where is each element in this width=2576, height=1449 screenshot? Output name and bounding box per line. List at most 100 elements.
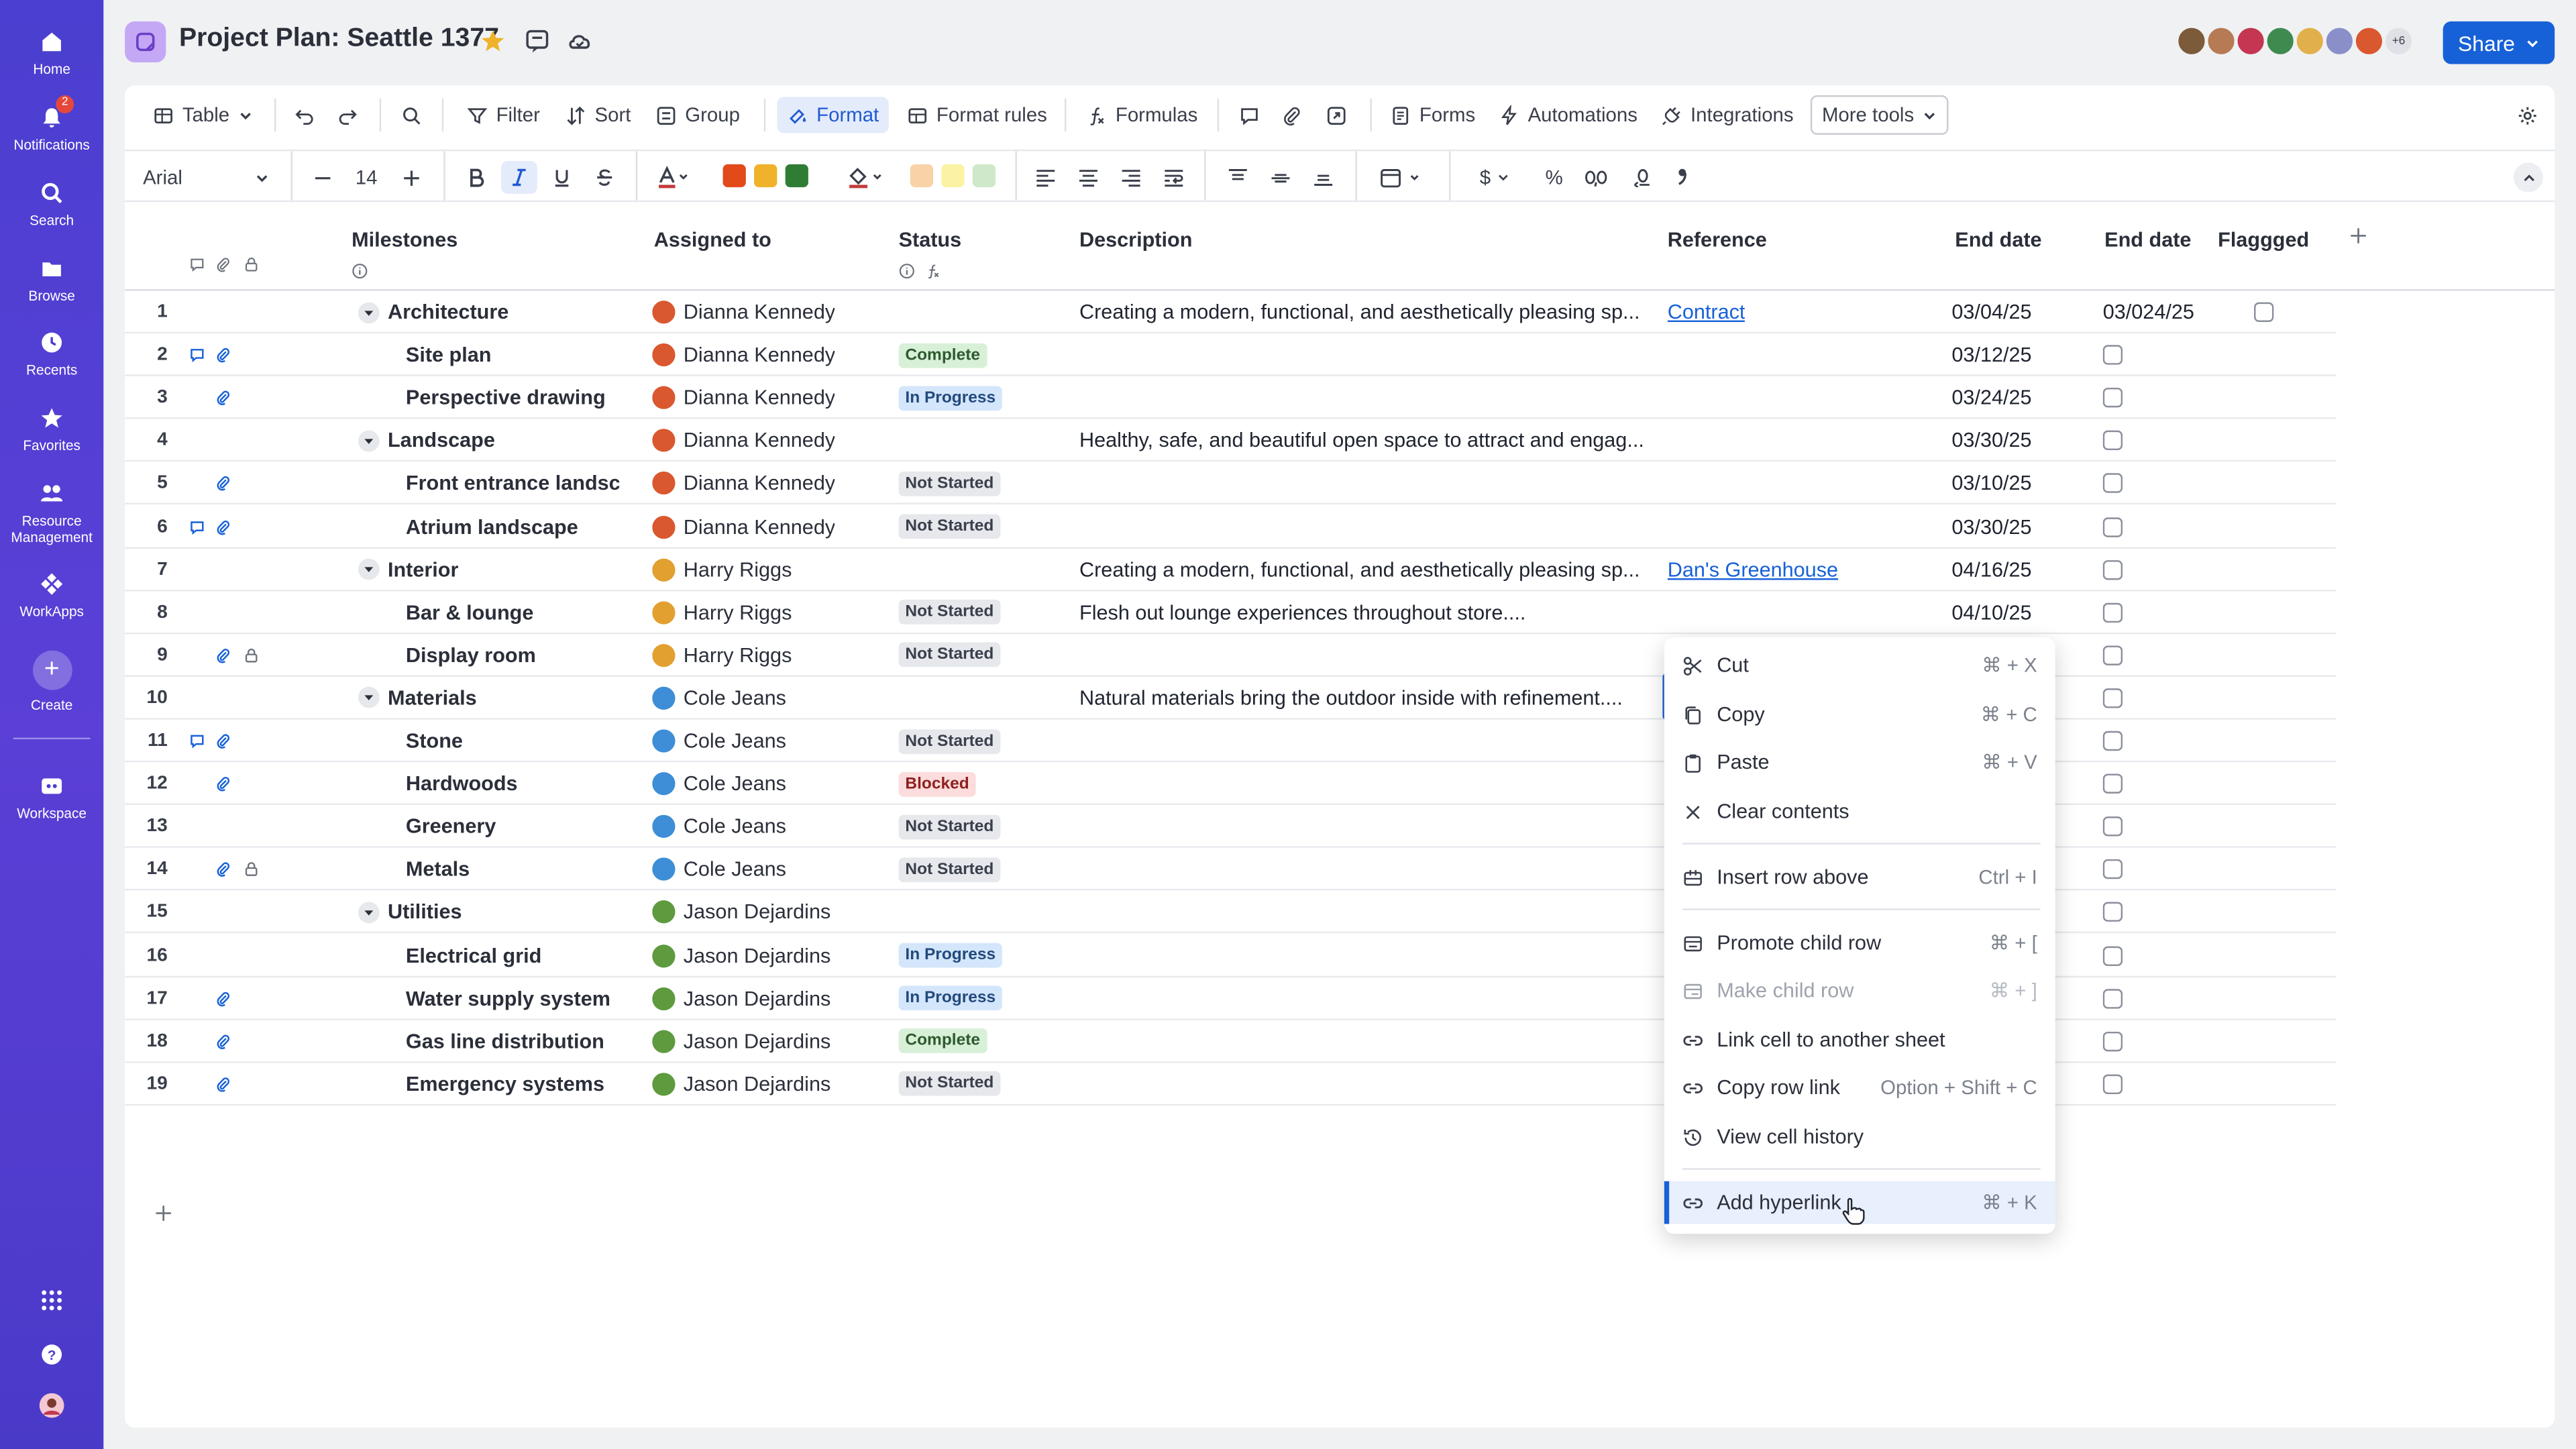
- comment-icon[interactable]: [189, 720, 205, 763]
- end-date-2-checkbox-cell[interactable]: [2102, 677, 2123, 720]
- attachments-button[interactable]: [1275, 97, 1309, 133]
- end-date-cell[interactable]: 03/10/25: [1951, 462, 2031, 505]
- collaborator-avatars[interactable]: +6: [2175, 24, 2416, 58]
- rail-search[interactable]: Search: [0, 180, 103, 228]
- comments-button[interactable]: [1232, 97, 1267, 133]
- row-number[interactable]: 19: [125, 1063, 167, 1106]
- status-cell[interactable]: Not Started: [898, 462, 1001, 505]
- end-date-cell[interactable]: 03/12/25: [1951, 333, 2031, 376]
- menu-insert-row-above[interactable]: Insert row above Ctrl + I: [1664, 856, 2055, 899]
- table-row[interactable]: 2 Site plan Dianna Kennedy Complete 03/12/25: [125, 333, 2337, 377]
- end-date-2-cell[interactable]: 03/024/25: [2103, 290, 2194, 333]
- sort-button[interactable]: Sort: [559, 97, 638, 133]
- italic-button[interactable]: [500, 161, 537, 194]
- row-number[interactable]: 1: [125, 290, 168, 333]
- checkbox[interactable]: [2102, 1074, 2123, 1094]
- paperclip-icon[interactable]: [215, 333, 231, 376]
- rail-home[interactable]: Home: [0, 30, 103, 77]
- table-row[interactable]: 6 Atrium landscape Dianna Kennedy Not Start…: [125, 505, 2337, 548]
- milestone-cell[interactable]: Water supply system: [406, 977, 619, 1020]
- text-color-swatch[interactable]: [754, 164, 777, 188]
- fill-color-swatch[interactable]: [910, 164, 934, 188]
- redo-button[interactable]: [330, 97, 364, 133]
- integrations-button[interactable]: Integrations: [1654, 97, 1800, 133]
- decrease-decimal-button[interactable]: [1628, 161, 1654, 194]
- lock-icon[interactable]: [243, 848, 259, 891]
- milestone-cell[interactable]: Greenery: [406, 805, 619, 848]
- table-row[interactable]: 8 Bar & lounge Harry Riggs Not Started Flesh…: [125, 591, 2337, 634]
- proofing-button[interactable]: [1320, 97, 1354, 133]
- star-favorite-icon[interactable]: [480, 28, 506, 54]
- menu-copy[interactable]: Copy ⌘ + C: [1664, 693, 2055, 736]
- checkbox[interactable]: [2102, 902, 2123, 922]
- table-row[interactable]: 5 Front entrance landsca Dianna Kennedy Not…: [125, 462, 2337, 505]
- assigned-to-cell[interactable]: Jason Dejardins: [652, 977, 830, 1020]
- more-tools-button[interactable]: More tools: [1810, 95, 1949, 135]
- rail-browse[interactable]: Browse: [0, 256, 103, 304]
- checkbox[interactable]: [2102, 517, 2123, 537]
- checkbox[interactable]: [2102, 474, 2123, 494]
- strikethrough-button[interactable]: [588, 161, 621, 194]
- row-number[interactable]: 9: [125, 634, 168, 677]
- view-switcher[interactable]: Table: [146, 97, 259, 133]
- row-number[interactable]: 13: [125, 805, 167, 848]
- font-size-value[interactable]: 14: [354, 161, 380, 194]
- description-cell[interactable]: Healthy, safe, and beautiful open space …: [1079, 419, 1654, 462]
- row-number[interactable]: 14: [125, 848, 167, 891]
- end-date-cell[interactable]: 04/16/25: [1951, 548, 2031, 591]
- row-number[interactable]: 7: [125, 548, 168, 591]
- text-color-swatch[interactable]: [785, 164, 808, 188]
- status-cell[interactable]: Complete: [898, 1020, 987, 1063]
- paperclip-icon[interactable]: [215, 1020, 231, 1063]
- paperclip-icon[interactable]: [215, 634, 231, 677]
- end-date-2-checkbox-cell[interactable]: [2102, 934, 2123, 977]
- flag-checkbox[interactable]: [2254, 302, 2274, 323]
- rail-notifications[interactable]: 2 Notifications: [0, 95, 103, 153]
- row-number[interactable]: 16: [125, 934, 167, 977]
- collapse-caret-icon[interactable]: [358, 902, 380, 924]
- end-date-2-checkbox-cell[interactable]: [2102, 591, 2123, 634]
- row-number[interactable]: 4: [125, 419, 168, 462]
- bold-button[interactable]: [460, 161, 493, 194]
- status-cell[interactable]: In Progress: [898, 977, 1002, 1020]
- row-number[interactable]: 3: [125, 376, 168, 419]
- description-cell[interactable]: [1079, 505, 1654, 548]
- status-cell[interactable]: Not Started: [898, 505, 1001, 548]
- description-cell[interactable]: Creating a modern, functional, and aesth…: [1079, 548, 1654, 591]
- description-cell[interactable]: [1079, 333, 1654, 376]
- milestone-cell[interactable]: Emergency systems: [406, 1063, 619, 1106]
- fill-color-swatch[interactable]: [972, 164, 996, 188]
- checkbox[interactable]: [2102, 816, 2123, 837]
- table-row[interactable]: 7 Interior Harry Riggs Creating a modern, f…: [125, 548, 2337, 591]
- flagged-cell[interactable]: [2254, 290, 2274, 333]
- end-date-2-checkbox-cell[interactable]: [2102, 848, 2123, 891]
- status-cell[interactable]: Blocked: [898, 763, 976, 806]
- status-cell[interactable]: Not Started: [898, 720, 1001, 763]
- end-date-cell[interactable]: 04/10/25: [1951, 591, 2031, 634]
- reference-cell[interactable]: Contract: [1668, 290, 1746, 333]
- assigned-to-cell[interactable]: Jason Dejardins: [652, 1063, 830, 1106]
- assigned-to-cell[interactable]: Cole Jeans: [652, 763, 786, 806]
- end-date-2-checkbox-cell[interactable]: [2102, 419, 2123, 462]
- paperclip-icon[interactable]: [215, 1063, 231, 1106]
- reference-link[interactable]: Contract: [1668, 301, 1746, 323]
- milestone-cell[interactable]: Hardwoods: [406, 763, 619, 806]
- end-date-2-checkbox-cell[interactable]: [2102, 548, 2123, 591]
- status-cell[interactable]: In Progress: [898, 934, 1002, 977]
- assigned-to-cell[interactable]: Harry Riggs: [652, 548, 792, 591]
- end-date-2-checkbox-cell[interactable]: [2102, 1020, 2123, 1063]
- underline-button[interactable]: [545, 161, 578, 194]
- quote-format-button[interactable]: [1671, 161, 1694, 194]
- end-date-cell[interactable]: 03/24/25: [1951, 376, 2031, 419]
- row-number[interactable]: 17: [125, 977, 167, 1020]
- menu-clear-contents[interactable]: Clear contents: [1664, 790, 2055, 833]
- assigned-to-cell[interactable]: Cole Jeans: [652, 720, 786, 763]
- comment-icon[interactable]: [189, 505, 205, 548]
- description-cell[interactable]: [1079, 891, 1654, 934]
- assigned-to-cell[interactable]: Harry Riggs: [652, 634, 792, 677]
- date-format-button[interactable]: [1377, 161, 1426, 194]
- info-icon[interactable]: [899, 263, 915, 279]
- paperclip-icon[interactable]: [215, 720, 231, 763]
- description-cell[interactable]: Natural materials bring the outdoor insi…: [1079, 677, 1654, 720]
- end-date-2-checkbox-cell[interactable]: [2102, 505, 2123, 548]
